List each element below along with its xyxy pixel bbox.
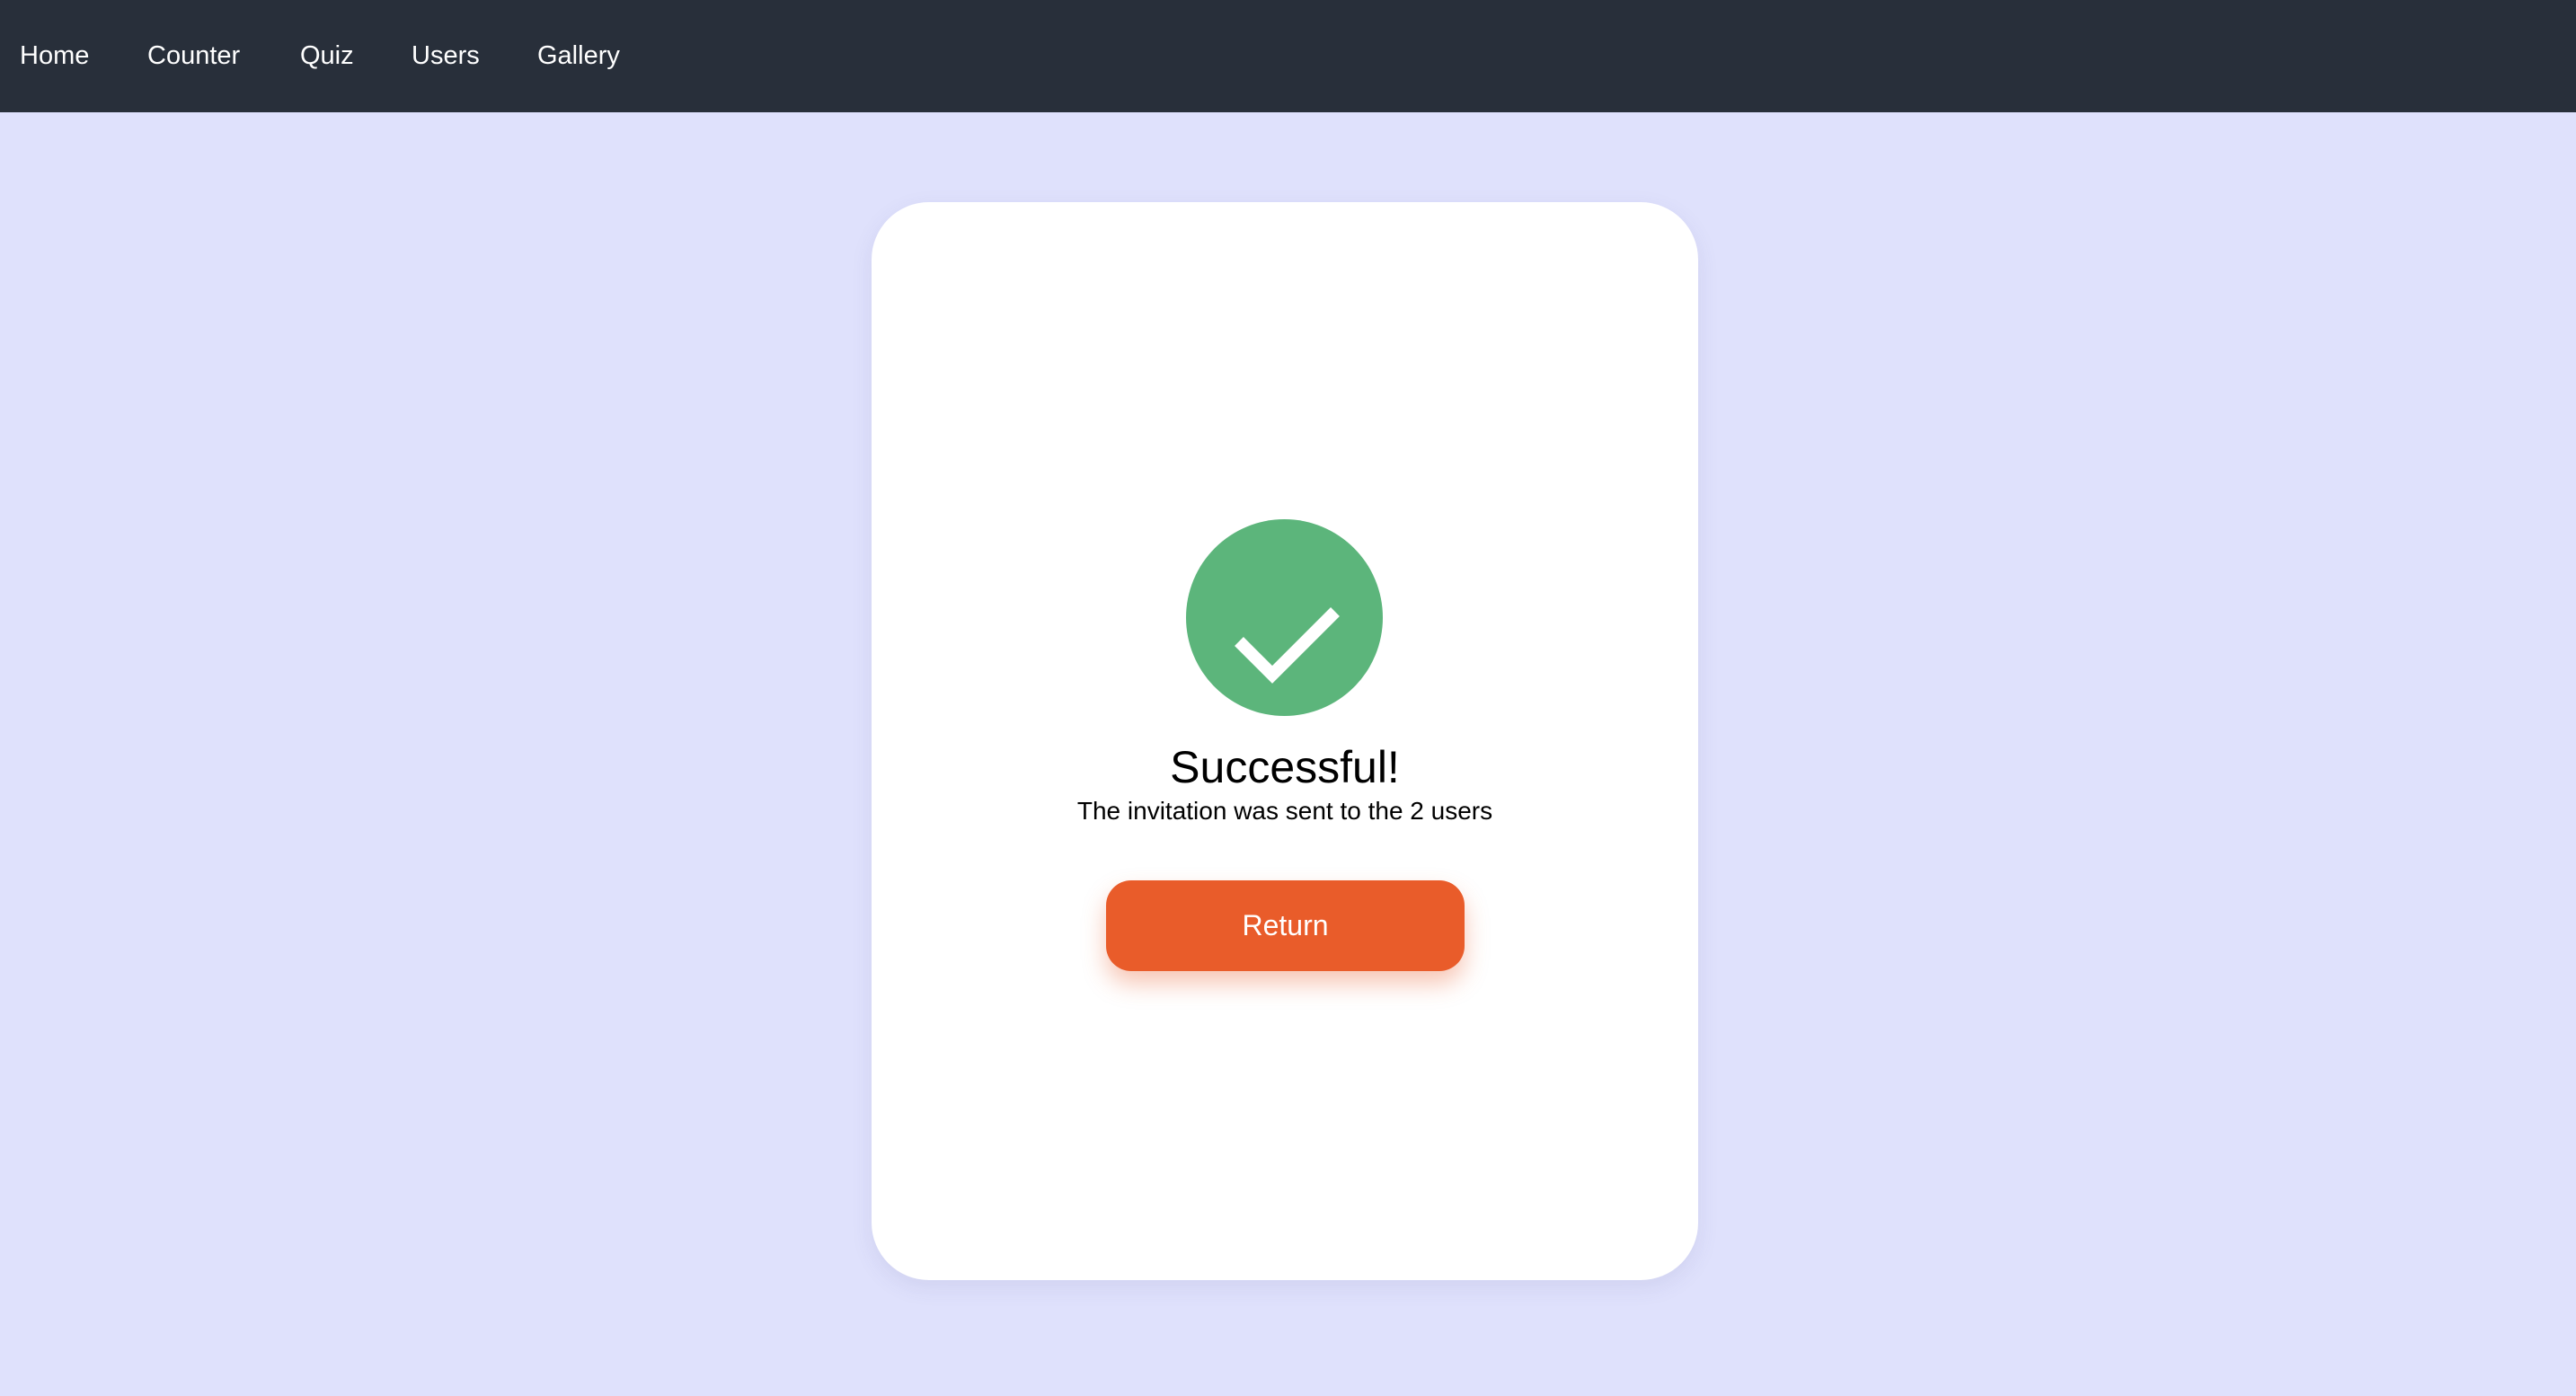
top-navbar: Home Counter Quiz Users Gallery: [0, 0, 2576, 112]
return-button[interactable]: Return: [1106, 880, 1465, 971]
success-title: Successful!: [1170, 742, 1400, 792]
nav-item-users[interactable]: Users: [412, 0, 480, 112]
check-circle-icon: [1186, 519, 1383, 716]
checkmark-icon: [1235, 607, 1340, 684]
success-card: Successful! The invitation was sent to t…: [872, 202, 1698, 1280]
nav-item-quiz[interactable]: Quiz: [300, 0, 354, 112]
nav-item-gallery[interactable]: Gallery: [537, 0, 620, 112]
nav-item-home[interactable]: Home: [20, 0, 89, 112]
nav-item-counter[interactable]: Counter: [147, 0, 240, 112]
success-message: The invitation was sent to the 2 users: [1076, 797, 1493, 825]
